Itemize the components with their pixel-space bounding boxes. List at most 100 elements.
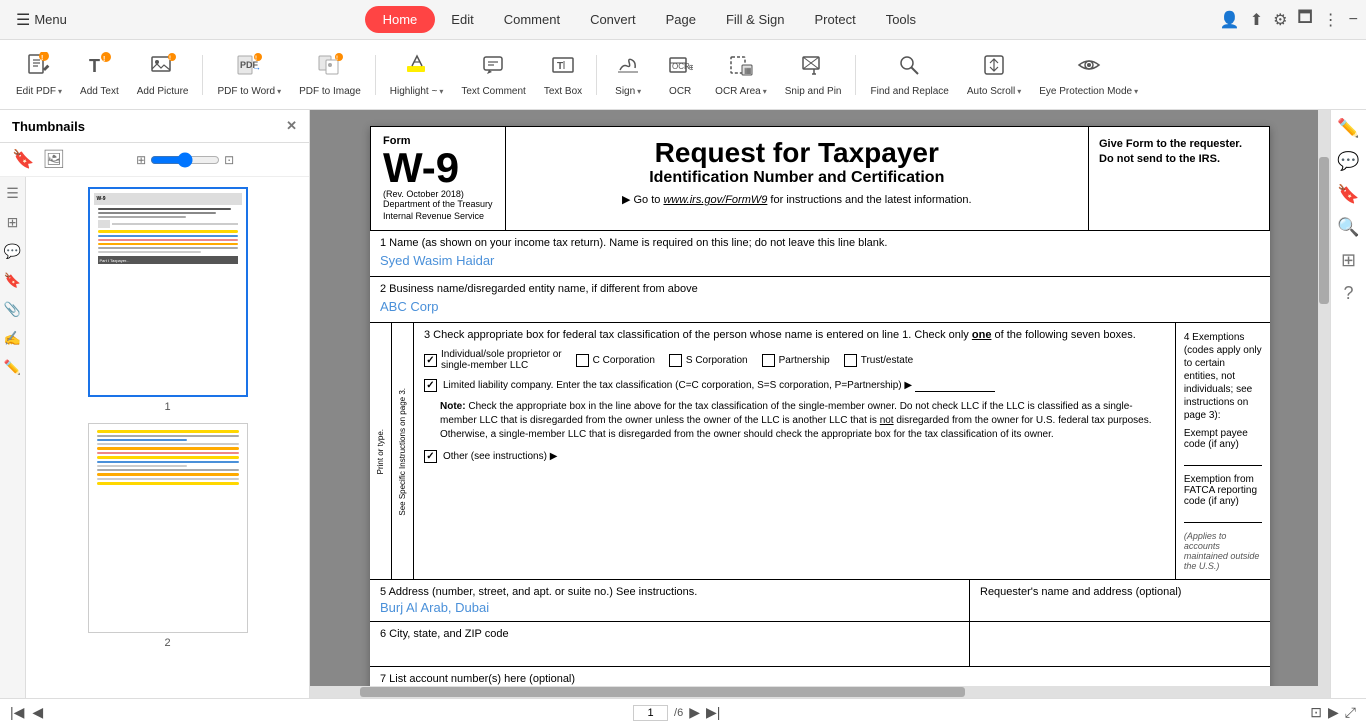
w9-exempt-payee-label: Exempt payee code (if any)	[1184, 428, 1248, 450]
w9-goto-url: www.irs.gov/FormW9	[663, 194, 767, 206]
right-panel: ✏️ 💬 🔖 🔍 ⊞ ?	[1330, 110, 1366, 698]
fit-page-btn[interactable]: ⊡	[1310, 704, 1322, 721]
account-icon[interactable]: 👤	[1220, 10, 1240, 30]
tab-comment[interactable]: Comment	[490, 6, 574, 33]
pdf-to-word-icon: PDF → !	[236, 52, 262, 84]
toolbar-pdf-to-image[interactable]: ! PDF to Image	[291, 48, 369, 102]
w9-checkbox-ccorp	[576, 354, 589, 367]
sidebar-tool-thumbnail[interactable]: ⊞	[7, 214, 19, 231]
thumbnail-1-img: W-9	[88, 187, 248, 397]
pdf-to-word-arrow: ▾	[277, 87, 281, 96]
toolbar-sign[interactable]: Sign ▾	[603, 48, 653, 102]
thumbnail-size-control: ⊞ ⊡	[73, 152, 297, 168]
thumbnail-2-img	[88, 423, 248, 633]
sidebar-tool-bookmark2[interactable]: 🔖	[4, 272, 21, 289]
w9-field-6-value	[380, 640, 959, 660]
thumbnail-1-num: 1	[164, 401, 170, 413]
pdf-scroll-thumb	[1319, 157, 1329, 304]
w9-field-1-value: Syed Wasim Haidar	[380, 251, 1260, 270]
right-panel-edit-icon[interactable]: ✏️	[1337, 118, 1359, 139]
play-btn[interactable]: ▶	[1328, 704, 1339, 721]
w9-field-6-wrapper: 6 City, state, and ZIP code	[370, 622, 1270, 667]
tab-page[interactable]: Page	[652, 6, 710, 33]
share-icon[interactable]: ⬆	[1250, 10, 1263, 30]
minimize-icon[interactable]: −	[1349, 11, 1358, 29]
toolbar-ocr-area[interactable]: ▦ OCR Area ▾	[707, 48, 775, 102]
sidebar-tool-edit2[interactable]: ✏️	[4, 359, 21, 376]
sidebar-tool-rotate[interactable]: ☰	[6, 185, 19, 202]
right-panel-grid-icon[interactable]: ⊞	[1341, 250, 1356, 271]
sidebar-left-tools: ☰ ⊞ 💬 🔖 📎 ✍ ✏️	[0, 177, 26, 698]
toolbar-text-comment[interactable]: Text Comment	[453, 48, 533, 102]
tab-protect[interactable]: Protect	[801, 6, 870, 33]
more-icon[interactable]: ⋮	[1323, 10, 1339, 30]
settings-icon[interactable]: ⚙	[1273, 10, 1287, 30]
right-panel-search-icon[interactable]: 🔍	[1337, 217, 1359, 238]
next-page-btn[interactable]: ▶	[689, 704, 700, 721]
tab-home[interactable]: Home	[365, 6, 436, 33]
menu-button[interactable]: ☰ Menu	[8, 6, 75, 34]
w9-requester-value	[970, 622, 1270, 666]
w9-field-7-label: 7 List account number(s) here (optional)	[380, 673, 1260, 685]
tab-edit[interactable]: Edit	[437, 6, 487, 33]
w9-field-5-label: 5 Address (number, street, and apt. or s…	[380, 586, 959, 598]
toolbar-add-picture[interactable]: ! Add Picture	[129, 48, 197, 102]
page-number-input[interactable]	[633, 705, 668, 721]
svg-text:T: T	[557, 61, 563, 72]
thumb-size-decrease[interactable]: ⊞	[136, 153, 146, 167]
w9-field-3-content: 3 Check appropriate box for federal tax …	[414, 323, 1175, 579]
w9-checkbox-trust	[844, 354, 857, 367]
window-icon[interactable]: 🗖	[1297, 6, 1312, 33]
w9-title-section: Request for Taxpayer Identification Numb…	[506, 127, 1089, 230]
first-page-btn[interactable]: |◀	[10, 704, 24, 721]
thumb-size-increase[interactable]: ⊡	[224, 153, 234, 167]
toolbar-ocr[interactable]: ⊕ OCR OCR	[655, 48, 705, 102]
prev-page-btn[interactable]: ◀	[32, 704, 43, 721]
w9-checkbox-llc	[424, 379, 437, 392]
sidebar-tool-comment2[interactable]: 💬	[4, 243, 21, 260]
fullscreen-btn[interactable]: ⤢	[1345, 704, 1356, 721]
w9-form-id: Form W-9 (Rev. October 2018) Department …	[371, 127, 506, 230]
tab-convert[interactable]: Convert	[576, 6, 650, 33]
toolbar-pdf-to-word[interactable]: PDF → ! PDF to Word ▾	[209, 48, 289, 102]
w9-check-trust: Trust/estate	[844, 354, 913, 367]
sidebar-title: Thumbnails	[12, 119, 85, 134]
pdf-scrollbar[interactable]	[1318, 110, 1330, 698]
sidebar-tool-attach[interactable]: 📎	[4, 301, 21, 318]
thumbnail-1[interactable]: W-9	[88, 187, 248, 413]
toolbar-eye-protection[interactable]: Eye Protection Mode ▾	[1031, 48, 1146, 102]
tab-tools[interactable]: Tools	[872, 6, 930, 33]
right-panel-comment-icon[interactable]: 💬	[1337, 151, 1359, 172]
sidebar-tool-bookmark[interactable]: 🔖	[12, 149, 34, 170]
last-page-btn[interactable]: ▶|	[706, 704, 720, 721]
h-scrollbar[interactable]	[310, 686, 1318, 698]
toolbar-highlight[interactable]: Highlight ~ ▾	[382, 48, 452, 102]
toolbar-text-box[interactable]: T Text Box	[536, 48, 590, 102]
thumbnail-2[interactable]: 2	[88, 423, 248, 649]
toolbar-snip-pin[interactable]: Snip and Pin	[777, 48, 850, 102]
text-comment-icon	[481, 52, 507, 84]
text-comment-label: Text Comment	[461, 86, 525, 98]
sidebar-close-icon[interactable]: ✕	[286, 118, 297, 134]
thumbnail-2-num: 2	[164, 637, 170, 649]
toolbar-sep-1	[202, 55, 203, 95]
w9-row-5: 5 Address (number, street, and apt. or s…	[370, 580, 1270, 622]
toolbar-find-replace[interactable]: Find and Replace	[862, 48, 956, 102]
right-panel-bookmark-icon[interactable]: 🔖	[1337, 184, 1359, 205]
sidebar-tool-signature[interactable]: ✍	[4, 330, 21, 347]
toolbar-edit-pdf[interactable]: ! Edit PDF ▾	[8, 48, 70, 102]
toolbar-add-text[interactable]: T ! Add Text	[72, 48, 127, 102]
w9-check-trust-label: Trust/estate	[861, 355, 913, 366]
thumb-size-slider[interactable]	[150, 152, 220, 168]
w9-vertical-text-2: See Specific Instructions on page 3.	[398, 388, 408, 516]
toolbar-auto-scroll[interactable]: Auto Scroll ▾	[959, 48, 1029, 102]
sidebar-thumbnails: W-9	[26, 177, 309, 698]
pdf-viewer[interactable]: Form W-9 (Rev. October 2018) Department …	[310, 110, 1330, 698]
w9-note: Note: Check the appropriate box in the l…	[414, 396, 1175, 446]
tab-fill-sign[interactable]: Fill & Sign	[712, 6, 799, 33]
w9-field-5: 5 Address (number, street, and apt. or s…	[370, 580, 970, 621]
right-panel-help-icon[interactable]: ?	[1343, 283, 1353, 304]
sidebar-tool-image[interactable]: 🖼	[42, 149, 65, 170]
add-picture-icon: !	[150, 52, 176, 84]
sidebar-header: Thumbnails ✕	[0, 110, 309, 143]
